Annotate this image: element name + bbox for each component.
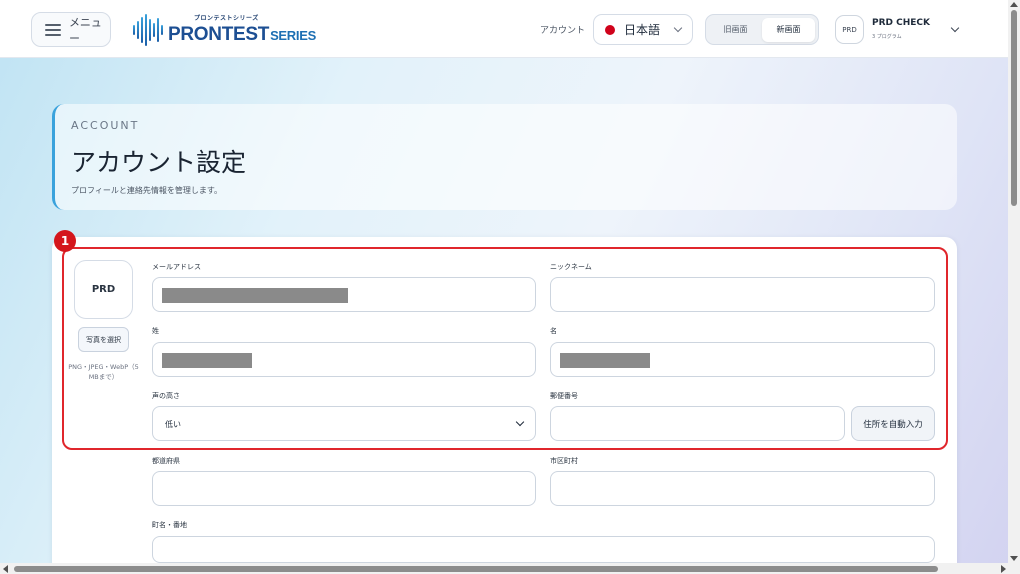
prefecture-field[interactable] [152,471,536,506]
vertical-scrollbar[interactable] [1008,0,1020,563]
page-subtitle: プロフィールと連絡先情報を管理します。 [71,186,223,195]
vertical-scroll-thumb[interactable] [1011,10,1017,206]
old-view-button[interactable]: 旧画面 [709,18,762,42]
scroll-down-arrow-icon[interactable] [1010,556,1018,561]
scroll-left-arrow-icon[interactable] [3,565,8,573]
menu-button[interactable]: メニュー [31,12,111,47]
city-field[interactable] [550,471,935,506]
horizontal-scrollbar[interactable] [0,563,1020,574]
user-name[interactable]: PRD CHECK [872,18,930,28]
hamburger-icon [45,23,61,36]
page-eyebrow: ACCOUNT [71,119,140,132]
user-avatar[interactable]: PRD [835,15,864,44]
chevron-down-icon [673,23,683,33]
logo-waveform-icon [133,14,163,46]
scroll-right-arrow-icon[interactable] [1001,565,1006,573]
logo-tagline: プロンテストシリーズ [194,15,259,22]
japan-flag-icon [605,24,615,35]
prontest-logo[interactable]: プロンテストシリーズ PRONTESTSERIES [133,12,316,48]
language-select[interactable]: 日本語 [593,14,693,45]
user-program-count: 3 プログラム [872,34,902,40]
horizontal-scroll-thumb[interactable] [14,566,938,572]
city-label: 市区町村 [550,457,578,465]
menu-label: メニュー [68,15,102,45]
street-field[interactable] [152,536,935,563]
street-label: 町名・番地 [152,521,187,529]
view-toggle: 旧画面 新画面 [705,14,819,45]
user-menu-chevron-icon[interactable] [950,23,960,33]
scroll-up-arrow-icon[interactable] [1010,2,1018,7]
top-bar: メニュー プロンテストシリーズ PRONTESTSERIES アカウント 日本語… [0,0,1008,58]
page-header-card: ACCOUNT アカウント設定 プロフィールと連絡先情報を管理します。 [52,104,957,210]
logo-wordmark: PRONTESTSERIES [168,24,316,45]
prefecture-label: 都道府県 [152,457,180,465]
account-label: アカウント [540,26,586,36]
annotation-number-badge: 1 [54,230,76,252]
new-view-button[interactable]: 新画面 [762,17,815,42]
highlight-box [62,247,948,450]
page-title: アカウント設定 [71,148,247,177]
language-value: 日本語 [624,23,661,37]
